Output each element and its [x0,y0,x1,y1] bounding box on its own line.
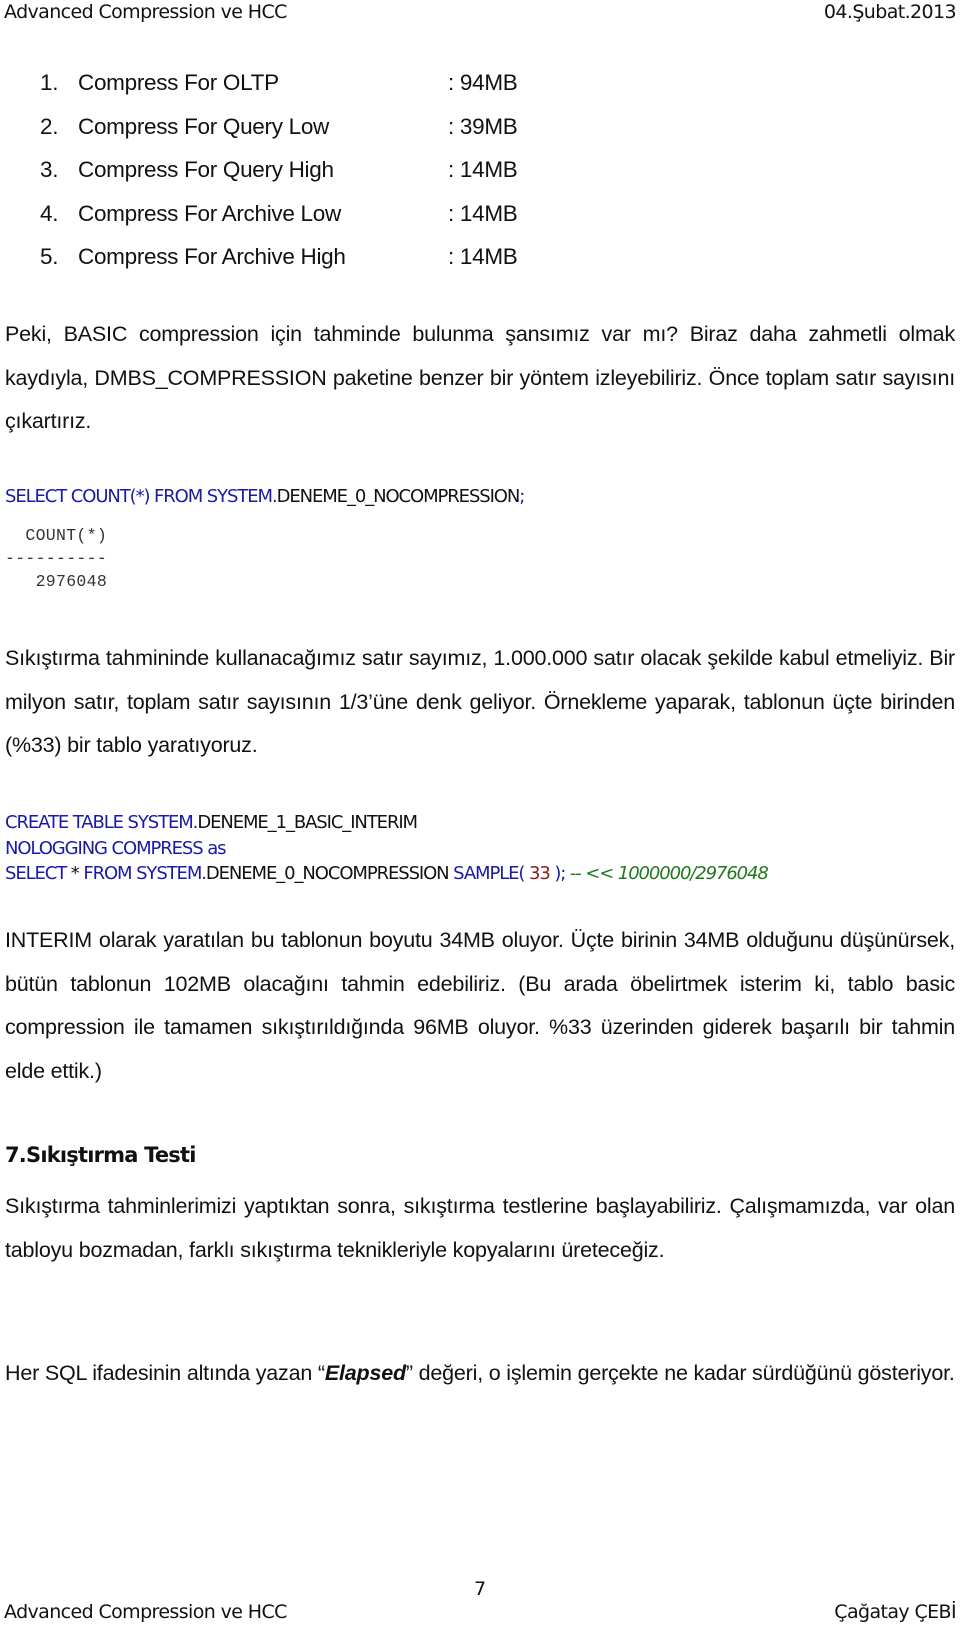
sql-keyword: NOLOGGING COMPRESS as [5,837,227,859]
list-item-value: : 14MB [448,244,518,269]
page-number: 7 [473,1578,487,1600]
sql-create-table: CREATE TABLE SYSTEM.DENEME_1_BASIC_INTER… [5,810,769,887]
list-item: 4. Compress For Archive Low : 14MB [40,201,540,245]
list-item: 2. Compress For Query Low : 39MB [40,114,540,158]
sql-keyword: SELECT [5,863,71,884]
sql-identifier: DENEME_1_BASIC_INTERIM [197,812,418,833]
sql-keyword: FROM SYSTEM. [83,863,207,884]
elapsed-text-before: Her SQL ifadesinin altında yazan “ [5,1361,325,1385]
sql-line: NOLOGGING COMPRESS as [5,836,768,862]
output-separator: ---------- [5,549,108,568]
sql-line: SELECT * FROM SYSTEM.DENEME_0_NOCOMPRESS… [5,861,769,887]
paragraph-interim-result: INTERIM olarak yaratılan bu tablonun boy… [5,928,955,1083]
sql-identifier: DENEME_0_NOCOMPRESSION [276,486,521,507]
list-item: 5. Compress For Archive High : 14MB [40,244,540,288]
page-footer: Advanced Compression ve HCC Çağatay ÇEBİ [4,1601,957,1623]
elapsed-text-after: ” değeri, o işlemin gerçekte ne kadar sü… [405,1361,955,1385]
header-date: 04.Şubat.2013 [823,1,957,23]
footer-author: Çağatay ÇEBİ [834,1601,956,1623]
list-item-value: : 14MB [448,200,518,226]
paragraph-sampling: Sıkıştırma tahmininde kullanacağımız sat… [5,646,955,757]
list-item: 1. Compress For OLTP : 94MB [40,70,540,114]
footer-title: Advanced Compression ve HCC [4,1601,287,1623]
sql-number: 33 [528,863,551,884]
list-item-number: 4. [40,200,59,226]
elapsed-emphasis: Elapsed [324,1361,406,1385]
list-item-label: Compress For Archive Low [78,200,341,226]
output-column-header: COUNT(*) [5,526,108,545]
section-heading: 7.Sıkıştırma Testi [5,1143,196,1167]
paragraph-compression-test: Sıkıştırma tahminlerimizi yaptıktan sonr… [5,1194,955,1262]
sql-keyword: SAMPLE( [453,863,529,884]
sql-star: * [70,863,84,884]
paragraph-elapsed: Her SQL ifadesinin altında yazan “Elapse… [5,1352,955,1396]
list-item-label: Compress For Query High [78,157,334,182]
list-item-label: Compress For Query Low [78,113,329,139]
list-item-label: Compress For Archive High [78,244,346,269]
list-item-value: : 94MB [448,70,518,95]
sql-terminator: ; [519,486,525,507]
compression-results-list: 1. Compress For OLTP : 94MB 2. Compress … [40,70,540,288]
sql-keyword: CREATE TABLE SYSTEM. [5,812,198,833]
sql-identifier: DENEME_0_NOCOMPRESSION [205,863,454,884]
list-item-number: 5. [40,244,59,269]
header-title: Advanced Compression ve HCC [4,1,287,23]
sql-count-output: COUNT(*) ---------- 2976048 [5,524,107,593]
sql-count-query: SELECT COUNT(*) FROM SYSTEM.DENEME_0_NOC… [5,484,525,510]
sql-line: CREATE TABLE SYSTEM.DENEME_1_BASIC_INTER… [5,810,768,836]
paragraph-basic-estimate: Peki, BASIC compression için tahminde bu… [5,322,955,433]
sql-comment: -- << [569,863,618,884]
list-item-number: 1. [40,70,59,95]
list-item-value: : 14MB [448,157,518,182]
sql-comment-value: 1000000/2976048 [617,863,769,884]
list-item-number: 3. [40,157,59,182]
sql-keyword: SELECT COUNT(*) FROM SYSTEM. [5,486,278,507]
list-item-label: Compress For OLTP [78,70,279,95]
sql-keyword: ); [549,863,570,884]
list-item-number: 2. [40,113,59,139]
list-item-value: : 39MB [448,113,518,139]
output-value: 2976048 [5,572,108,591]
list-item: 3. Compress For Query High : 14MB [40,157,540,201]
page-header: Advanced Compression ve HCC 04.Şubat.201… [4,1,957,23]
